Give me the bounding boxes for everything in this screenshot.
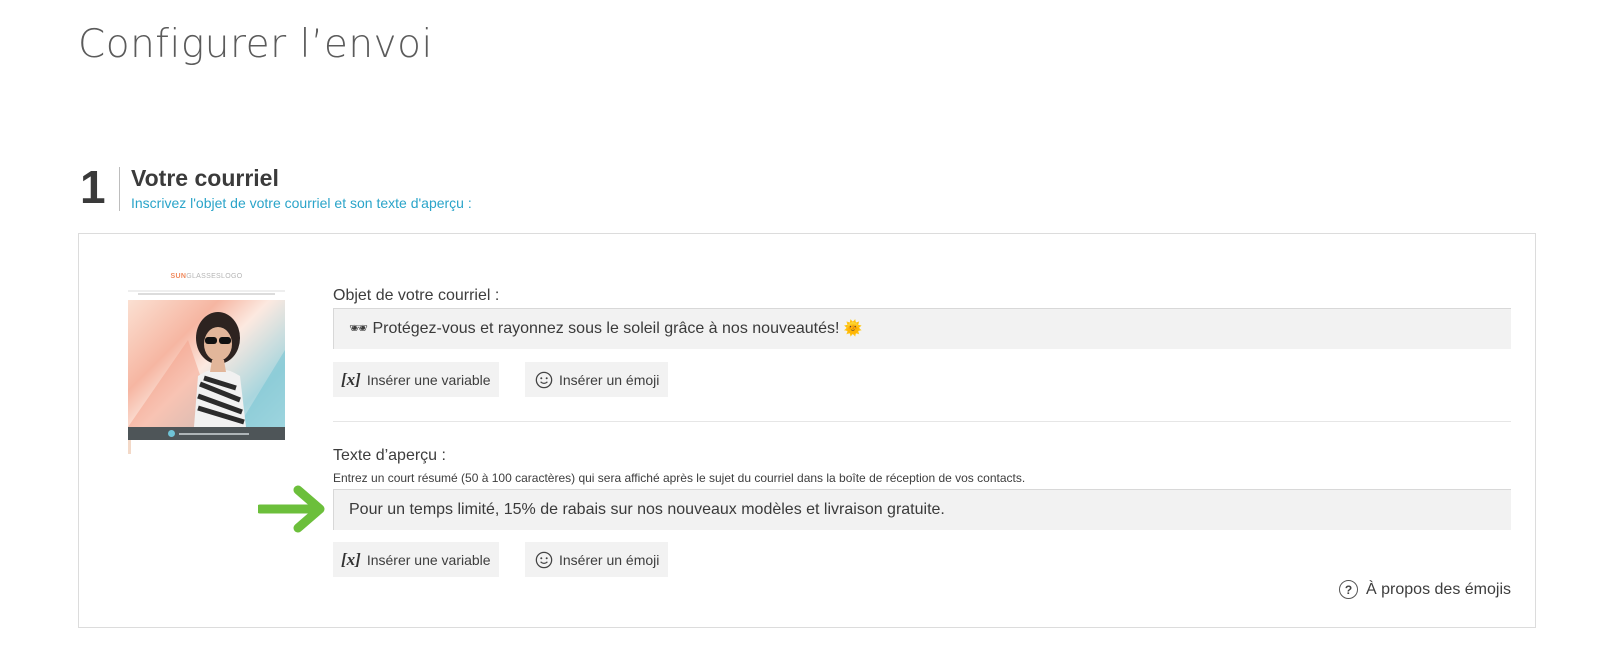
step-divider	[119, 167, 120, 211]
insert-variable-label: Insérer une variable	[366, 371, 491, 388]
subject-insert-variable-button[interactable]: [x] Insérer une variable	[333, 362, 499, 397]
variable-icon: [x]	[341, 369, 361, 389]
preview-insert-variable-button[interactable]: [x] Insérer une variable	[333, 542, 499, 577]
subject-label: Objet de votre courriel :	[333, 287, 500, 304]
insert-emoji-label: Insérer un émoji	[559, 371, 660, 388]
subject-text: Protégez-vous et rayonnez sous le soleil…	[372, 320, 840, 337]
preview-insert-emoji-button[interactable]: Insérer un émoji	[525, 542, 669, 577]
section-separator	[333, 421, 1511, 422]
step-subtitle: Inscrivez l'objet de votre courriel et s…	[131, 195, 472, 211]
thumbnail-logo: SUNGLASSESLOGO	[170, 273, 243, 280]
help-icon: ?	[1339, 580, 1359, 599]
about-emojis-link[interactable]: ? À propos des émojis	[1339, 580, 1511, 599]
smiley-icon	[535, 551, 553, 568]
subject-input[interactable]: 🕶 Protégez-vous et rayonnez sous le sole…	[333, 308, 1511, 349]
model-illustration	[128, 312, 285, 427]
email-config-card	[78, 233, 1536, 628]
thumbnail-footer-icon	[168, 430, 175, 437]
sun-emoji-icon: 🌞	[843, 320, 863, 337]
thumbnail-footer-text	[179, 433, 249, 435]
preview-input[interactable]: Pour un temps limité, 15% de rabais sur …	[333, 489, 1511, 530]
page-title: Configurer l’envoi	[78, 22, 433, 67]
subject-insert-emoji-button[interactable]: Insérer un émoji	[525, 362, 669, 397]
email-thumbnail[interactable]: SUNGLASSESLOGO	[128, 268, 285, 440]
smiley-icon	[535, 371, 553, 388]
about-emojis-label: À propos des émojis	[1366, 580, 1511, 598]
preview-label: Texte d’aperçu :	[333, 447, 446, 464]
thumbnail-image	[128, 300, 285, 427]
variable-icon: [x]	[341, 549, 361, 569]
thumbnail-divider	[128, 290, 285, 292]
insert-emoji-label: Insérer un émoji	[559, 551, 660, 568]
thumbnail-tagline	[138, 293, 275, 295]
thumbnail-edge	[128, 440, 131, 454]
sunglasses-emoji-icon: 🕶	[349, 320, 369, 337]
step-number: 1	[80, 161, 106, 213]
preview-hint: Entrez un court résumé (50 à 100 caractè…	[333, 471, 1026, 485]
preview-text: Pour un temps limité, 15% de rabais sur …	[349, 501, 945, 518]
step-title: Votre courriel	[131, 165, 279, 191]
arrow-right-icon	[258, 485, 325, 533]
insert-variable-label: Insérer une variable	[366, 551, 491, 568]
